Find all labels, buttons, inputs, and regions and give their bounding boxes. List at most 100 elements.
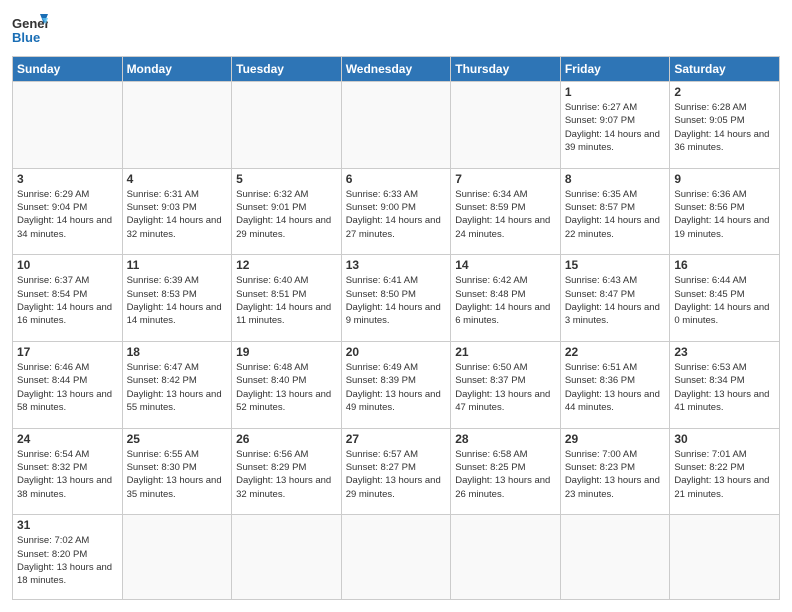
table-row: 16 Sunrise: 6:44 AM Sunset: 8:45 PM Dayli… xyxy=(670,255,780,342)
table-row: 13Sunrise: 6:41 AM Sunset: 8:50 PM Dayli… xyxy=(341,255,451,342)
day-number: 12 xyxy=(236,258,337,272)
table-row xyxy=(341,515,451,600)
day-number: 8 xyxy=(565,172,666,186)
day-info: Sunrise: 6:46 AM Sunset: 8:44 PM Dayligh… xyxy=(17,361,118,414)
day-number: 31 xyxy=(17,518,118,532)
day-info: Sunrise: 6:40 AM Sunset: 8:51 PM Dayligh… xyxy=(236,274,337,327)
day-info: Sunrise: 6:49 AM Sunset: 8:39 PM Dayligh… xyxy=(346,361,447,414)
day-number: 21 xyxy=(455,345,556,359)
day-number: 10 xyxy=(17,258,118,272)
table-row xyxy=(232,515,342,600)
table-row: 12 Sunrise: 6:40 AM Sunset: 8:51 PM Dayli… xyxy=(232,255,342,342)
calendar-table: Sunday Monday Tuesday Wednesday Thursday… xyxy=(12,56,780,600)
day-info: Sunrise: 6:39 AM Sunset: 8:53 PM Dayligh… xyxy=(127,274,228,327)
day-info: Sunrise: 7:00 AM Sunset: 8:23 PM Dayligh… xyxy=(565,448,666,501)
day-number: 3 xyxy=(17,172,118,186)
day-number: 24 xyxy=(17,432,118,446)
col-thursday: Thursday xyxy=(451,57,561,82)
day-number: 16 xyxy=(674,258,775,272)
table-row: 11Sunrise: 6:39 AM Sunset: 8:53 PM Dayli… xyxy=(122,255,232,342)
table-row: 17Sunrise: 6:46 AM Sunset: 8:44 PM Dayli… xyxy=(13,341,123,428)
col-saturday: Saturday xyxy=(670,57,780,82)
table-row: 26 Sunrise: 6:56 AM Sunset: 8:29 PM Dayli… xyxy=(232,428,342,515)
day-number: 9 xyxy=(674,172,775,186)
day-info: Sunrise: 6:57 AM Sunset: 8:27 PM Dayligh… xyxy=(346,448,447,501)
table-row: 30 Sunrise: 7:01 AM Sunset: 8:22 PM Dayli… xyxy=(670,428,780,515)
day-info: Sunrise: 6:51 AM Sunset: 8:36 PM Dayligh… xyxy=(565,361,666,414)
table-row: 9 Sunrise: 6:36 AM Sunset: 8:56 PM Daylig… xyxy=(670,168,780,255)
day-info: Sunrise: 6:36 AM Sunset: 8:56 PM Dayligh… xyxy=(674,188,775,241)
day-info: Sunrise: 6:58 AM Sunset: 8:25 PM Dayligh… xyxy=(455,448,556,501)
day-number: 19 xyxy=(236,345,337,359)
day-number: 23 xyxy=(674,345,775,359)
table-row: 3 Sunrise: 6:29 AM Sunset: 9:04 PM Daylig… xyxy=(13,168,123,255)
day-number: 15 xyxy=(565,258,666,272)
day-number: 6 xyxy=(346,172,447,186)
day-number: 5 xyxy=(236,172,337,186)
day-info: Sunrise: 6:33 AM Sunset: 9:00 PM Dayligh… xyxy=(346,188,447,241)
page: General Blue Sunday Monday Tuesday Wedne… xyxy=(0,0,792,612)
table-row: 28 Sunrise: 6:58 AM Sunset: 8:25 PM Dayli… xyxy=(451,428,561,515)
day-number: 28 xyxy=(455,432,556,446)
table-row: 21Sunrise: 6:50 AM Sunset: 8:37 PM Dayli… xyxy=(451,341,561,428)
table-row: 18Sunrise: 6:47 AM Sunset: 8:42 PM Dayli… xyxy=(122,341,232,428)
table-row: 29 Sunrise: 7:00 AM Sunset: 8:23 PM Dayli… xyxy=(560,428,670,515)
day-info: Sunrise: 6:43 AM Sunset: 8:47 PM Dayligh… xyxy=(565,274,666,327)
table-row xyxy=(560,515,670,600)
day-number: 30 xyxy=(674,432,775,446)
day-number: 7 xyxy=(455,172,556,186)
day-info: Sunrise: 6:44 AM Sunset: 8:45 PM Dayligh… xyxy=(674,274,775,327)
table-row: 15 Sunrise: 6:43 AM Sunset: 8:47 PM Dayli… xyxy=(560,255,670,342)
day-number: 29 xyxy=(565,432,666,446)
table-row: 4 Sunrise: 6:31 AM Sunset: 9:03 PM Daylig… xyxy=(122,168,232,255)
table-row: 31 Sunrise: 7:02 AM Sunset: 8:20 PM Dayli… xyxy=(13,515,123,600)
day-info: Sunrise: 6:27 AM Sunset: 9:07 PM Dayligh… xyxy=(565,101,666,154)
col-wednesday: Wednesday xyxy=(341,57,451,82)
day-info: Sunrise: 6:53 AM Sunset: 8:34 PM Dayligh… xyxy=(674,361,775,414)
table-row xyxy=(341,82,451,169)
table-row: 8 Sunrise: 6:35 AM Sunset: 8:57 PM Daylig… xyxy=(560,168,670,255)
day-number: 13 xyxy=(346,258,447,272)
day-info: Sunrise: 6:28 AM Sunset: 9:05 PM Dayligh… xyxy=(674,101,775,154)
table-row xyxy=(451,515,561,600)
day-number: 20 xyxy=(346,345,447,359)
day-info: Sunrise: 7:02 AM Sunset: 8:20 PM Dayligh… xyxy=(17,534,118,587)
table-row xyxy=(13,82,123,169)
day-info: Sunrise: 6:48 AM Sunset: 8:40 PM Dayligh… xyxy=(236,361,337,414)
table-row: 2Sunrise: 6:28 AM Sunset: 9:05 PM Daylig… xyxy=(670,82,780,169)
table-row: 6 Sunrise: 6:33 AM Sunset: 9:00 PM Daylig… xyxy=(341,168,451,255)
table-row xyxy=(670,515,780,600)
header: General Blue xyxy=(12,12,780,48)
table-row: 14 Sunrise: 6:42 AM Sunset: 8:48 PM Dayli… xyxy=(451,255,561,342)
table-row: 5 Sunrise: 6:32 AM Sunset: 9:01 PM Daylig… xyxy=(232,168,342,255)
day-number: 4 xyxy=(127,172,228,186)
table-row: 27 Sunrise: 6:57 AM Sunset: 8:27 PM Dayli… xyxy=(341,428,451,515)
day-info: Sunrise: 6:54 AM Sunset: 8:32 PM Dayligh… xyxy=(17,448,118,501)
col-sunday: Sunday xyxy=(13,57,123,82)
day-number: 27 xyxy=(346,432,447,446)
day-info: Sunrise: 6:29 AM Sunset: 9:04 PM Dayligh… xyxy=(17,188,118,241)
day-info: Sunrise: 6:31 AM Sunset: 9:03 PM Dayligh… xyxy=(127,188,228,241)
day-number: 22 xyxy=(565,345,666,359)
table-row: 10Sunrise: 6:37 AM Sunset: 8:54 PM Dayli… xyxy=(13,255,123,342)
day-number: 14 xyxy=(455,258,556,272)
day-info: Sunrise: 6:34 AM Sunset: 8:59 PM Dayligh… xyxy=(455,188,556,241)
day-info: Sunrise: 6:32 AM Sunset: 9:01 PM Dayligh… xyxy=(236,188,337,241)
day-info: Sunrise: 7:01 AM Sunset: 8:22 PM Dayligh… xyxy=(674,448,775,501)
table-row: 19 Sunrise: 6:48 AM Sunset: 8:40 PM Dayli… xyxy=(232,341,342,428)
day-info: Sunrise: 6:56 AM Sunset: 8:29 PM Dayligh… xyxy=(236,448,337,501)
table-row: 23 Sunrise: 6:53 AM Sunset: 8:34 PM Dayli… xyxy=(670,341,780,428)
table-row: 22 Sunrise: 6:51 AM Sunset: 8:36 PM Dayli… xyxy=(560,341,670,428)
table-row: 20 Sunrise: 6:49 AM Sunset: 8:39 PM Dayli… xyxy=(341,341,451,428)
day-info: Sunrise: 6:42 AM Sunset: 8:48 PM Dayligh… xyxy=(455,274,556,327)
table-row: 1Sunrise: 6:27 AM Sunset: 9:07 PM Daylig… xyxy=(560,82,670,169)
day-info: Sunrise: 6:47 AM Sunset: 8:42 PM Dayligh… xyxy=(127,361,228,414)
day-number: 25 xyxy=(127,432,228,446)
day-info: Sunrise: 6:55 AM Sunset: 8:30 PM Dayligh… xyxy=(127,448,228,501)
table-row: 7 Sunrise: 6:34 AM Sunset: 8:59 PM Daylig… xyxy=(451,168,561,255)
table-row xyxy=(122,82,232,169)
day-number: 26 xyxy=(236,432,337,446)
day-info: Sunrise: 6:35 AM Sunset: 8:57 PM Dayligh… xyxy=(565,188,666,241)
logo-svg: General Blue xyxy=(12,12,48,48)
calendar-header-row: Sunday Monday Tuesday Wednesday Thursday… xyxy=(13,57,780,82)
